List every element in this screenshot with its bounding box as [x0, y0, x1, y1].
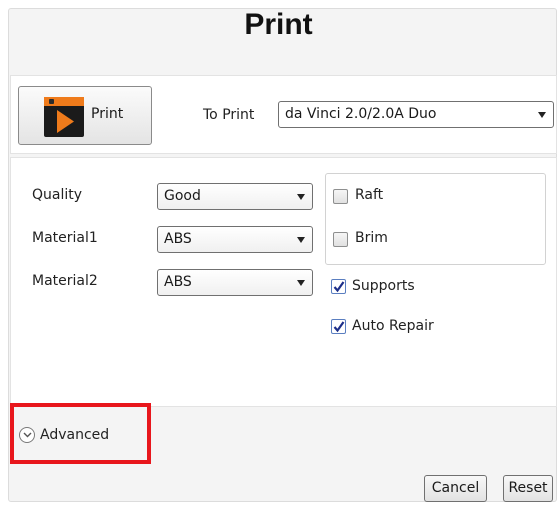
material2-label: Material2	[32, 273, 98, 289]
cancel-button[interactable]: Cancel	[424, 475, 487, 502]
dialog-title: Print	[244, 8, 313, 41]
material1-select-value: ABS	[164, 231, 192, 247]
play-icon	[44, 97, 84, 137]
material1-label: Material1	[32, 230, 98, 246]
to-print-label: To Print	[203, 107, 255, 123]
chevron-down-icon	[297, 280, 305, 286]
check-icon	[333, 281, 345, 293]
supports-label: Supports	[352, 278, 415, 294]
chevron-down-icon	[538, 112, 546, 118]
print-button-label: Print	[91, 106, 124, 122]
highlight-box	[10, 403, 151, 464]
material2-select-value: ABS	[164, 274, 192, 290]
material2-select[interactable]: ABS	[157, 269, 313, 296]
material1-select[interactable]: ABS	[157, 226, 313, 253]
raft-label: Raft	[355, 187, 384, 203]
check-icon	[333, 321, 345, 333]
print-button[interactable]: Print	[18, 86, 152, 145]
raft-checkbox[interactable]	[333, 189, 348, 204]
brim-label: Brim	[355, 230, 388, 246]
auto-repair-label: Auto Repair	[352, 318, 434, 334]
reset-button[interactable]: Reset	[503, 475, 553, 502]
printer-select[interactable]: da Vinci 2.0/2.0A Duo	[278, 101, 554, 128]
quality-select-value: Good	[164, 188, 201, 204]
supports-checkbox[interactable]	[331, 279, 346, 294]
auto-repair-checkbox[interactable]	[331, 319, 346, 334]
chevron-down-icon	[297, 237, 305, 243]
quality-select[interactable]: Good	[157, 183, 313, 210]
printer-select-value: da Vinci 2.0/2.0A Duo	[285, 106, 437, 122]
chevron-down-icon	[297, 194, 305, 200]
quality-label: Quality	[32, 187, 83, 203]
brim-checkbox[interactable]	[333, 232, 348, 247]
